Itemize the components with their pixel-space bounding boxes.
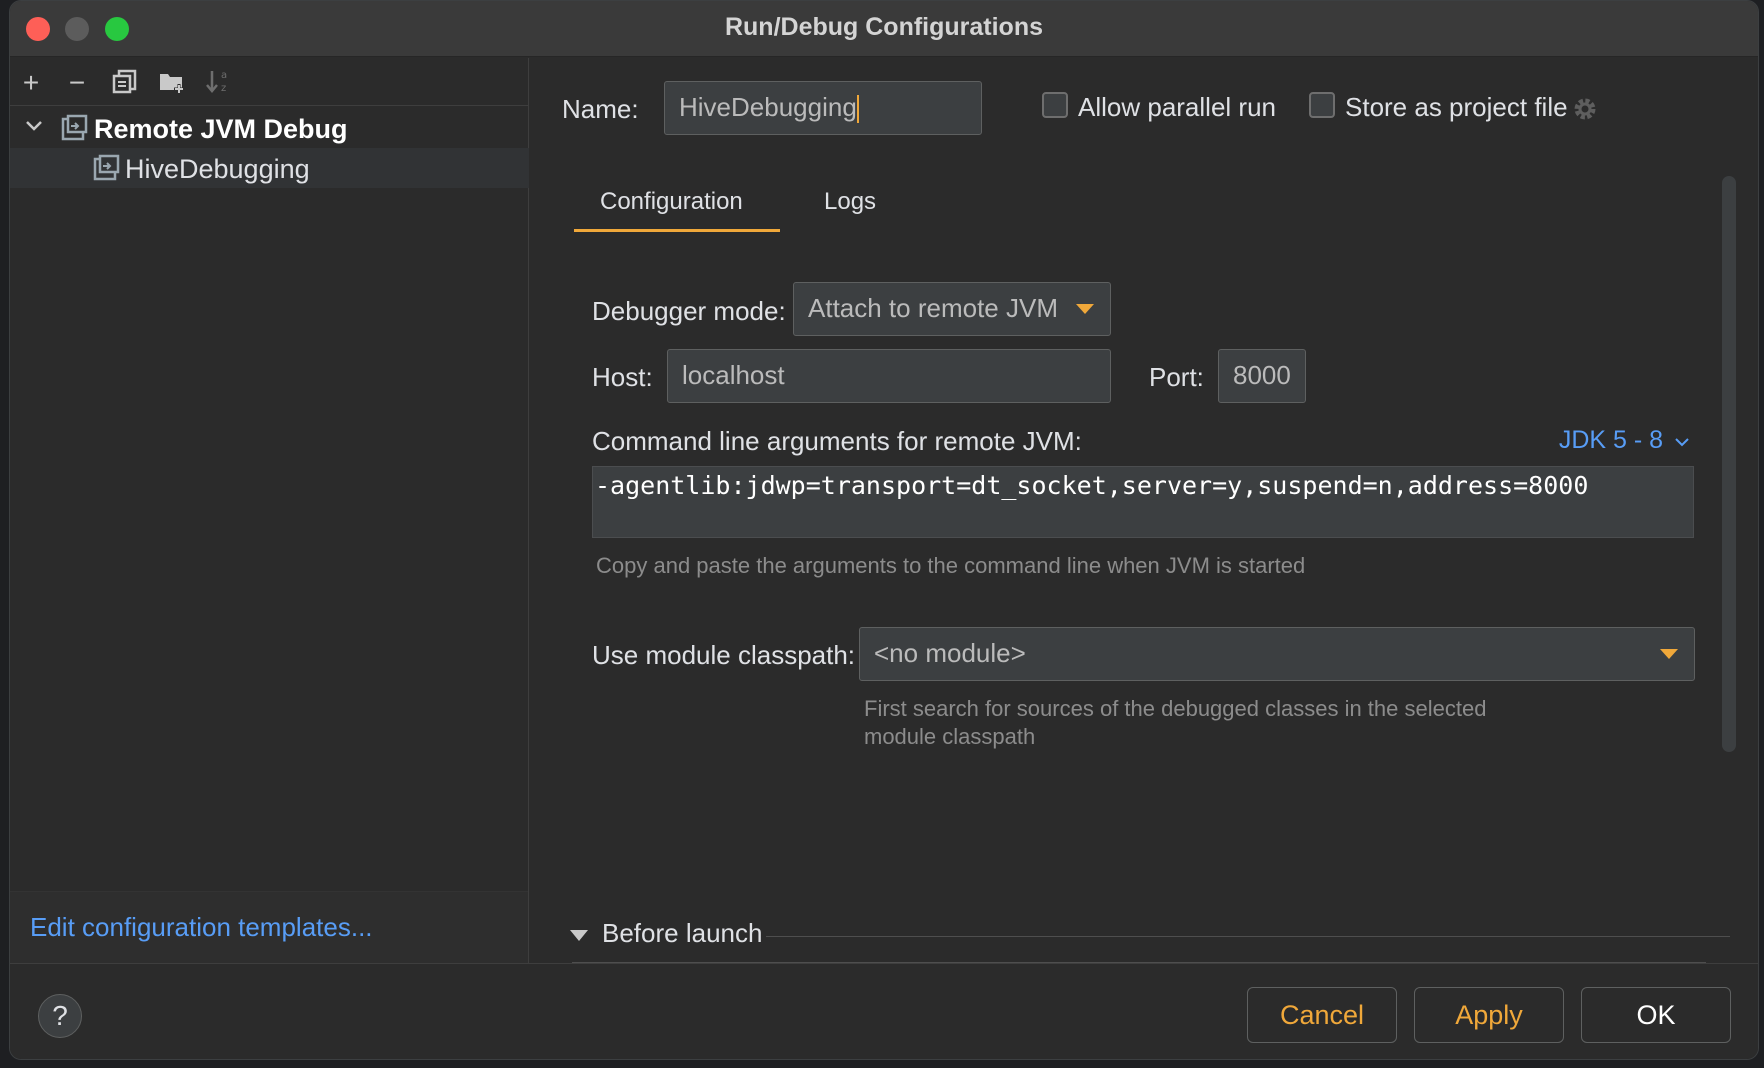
cmdline-label: Command line arguments for remote JVM: (592, 426, 1082, 456)
chevron-down-icon (1675, 438, 1689, 447)
tab-configuration[interactable]: Configuration (574, 180, 780, 232)
cmdline-hint: Copy and paste the arguments to the comm… (596, 553, 1306, 578)
port-field[interactable]: 8000 (1218, 349, 1306, 403)
gear-icon[interactable] (1570, 94, 1600, 124)
tree-group-label: Remote JVM Debug (94, 114, 348, 144)
sort-alphabetically-button[interactable]: a z (202, 66, 236, 100)
tree-item-hivedebugging[interactable]: HiveDebugging (10, 148, 529, 188)
debugger-mode-label: Debugger mode: (592, 296, 786, 326)
module-classpath-label: Use module classpath: (592, 640, 856, 670)
ok-button[interactable]: OK (1581, 987, 1731, 1043)
allow-parallel-run-label: Allow parallel run (1078, 92, 1276, 122)
help-button[interactable]: ? (38, 994, 82, 1038)
add-configuration-button[interactable]: + (14, 66, 48, 100)
debugger-mode-select[interactable]: Attach to remote JVM (793, 282, 1111, 336)
host-label: Host: (592, 362, 653, 392)
store-as-project-file-label: Store as project file (1345, 92, 1568, 122)
module-classpath-value: <no module> (874, 638, 1026, 668)
apply-button[interactable]: Apply (1414, 987, 1564, 1043)
svg-text:a: a (221, 70, 227, 81)
configurations-sidebar: + − a z Remote JVM Debug HiveDebugging E… (10, 58, 529, 963)
copy-configuration-button[interactable] (108, 66, 142, 100)
name-label: Name: (562, 94, 639, 124)
before-launch-section[interactable]: Before launch (570, 918, 1730, 958)
new-folder-button[interactable] (155, 66, 189, 100)
dropdown-arrow-icon (1660, 649, 1678, 659)
vertical-scrollbar[interactable] (1722, 176, 1736, 752)
configuration-editor: Name: HiveDebugging Allow parallel run S… (530, 58, 1758, 968)
host-field[interactable]: localhost (667, 349, 1111, 403)
module-hint-line2: module classpath (864, 724, 1036, 749)
sidebar-footer: Edit configuration templates... (10, 891, 528, 963)
tree-item-label: HiveDebugging (125, 154, 310, 184)
text-cursor (856, 95, 859, 124)
store-as-project-file-checkbox[interactable] (1309, 92, 1335, 118)
svg-text:z: z (221, 83, 226, 94)
folder-add-icon (160, 74, 184, 94)
chevron-down-icon[interactable] (22, 114, 46, 138)
run-debug-dialog: Run/Debug Configurations + − a z Remote … (9, 0, 1759, 1060)
copy-icon (112, 69, 137, 94)
edit-templates-link[interactable]: Edit configuration templates... (30, 912, 373, 943)
title-bar: Run/Debug Configurations (10, 1, 1758, 57)
remote-debug-icon (61, 114, 88, 141)
module-hint-line1: First search for sources of the debugged… (864, 696, 1487, 721)
cmdline-arguments-field[interactable]: -agentlib:jdwp=transport=dt_socket,serve… (592, 466, 1694, 538)
before-launch-label: Before launch (602, 918, 763, 948)
name-field-value: HiveDebugging (679, 92, 857, 122)
module-classpath-select[interactable]: <no module> (859, 627, 1695, 681)
remove-configuration-button[interactable]: − (60, 66, 94, 100)
jdk-version-selector[interactable]: JDK 5 - 8 (1559, 426, 1690, 455)
allow-parallel-run-checkbox[interactable] (1042, 92, 1068, 118)
port-label: Port: (1149, 362, 1204, 392)
section-divider (766, 936, 1730, 937)
dialog-button-bar: ? Cancel Apply OK (10, 963, 1758, 1059)
sidebar-toolbar: + − a z (10, 58, 528, 106)
tab-logs[interactable]: Logs (824, 188, 876, 216)
jdk-version-label: JDK 5 - 8 (1558, 426, 1664, 454)
tree-group-remote-jvm-debug[interactable]: Remote JVM Debug (10, 108, 529, 148)
window-title: Run/Debug Configurations (724, 13, 1044, 41)
collapse-triangle-icon[interactable] (570, 930, 588, 941)
debugger-mode-value: Attach to remote JVM (808, 293, 1058, 323)
dropdown-arrow-icon (1076, 304, 1094, 314)
name-field[interactable]: HiveDebugging (664, 81, 982, 135)
remote-debug-icon (93, 154, 120, 181)
sort-az-icon: a z (206, 70, 227, 94)
tab-configuration-label: Configuration (600, 188, 743, 215)
cancel-button[interactable]: Cancel (1247, 987, 1397, 1043)
